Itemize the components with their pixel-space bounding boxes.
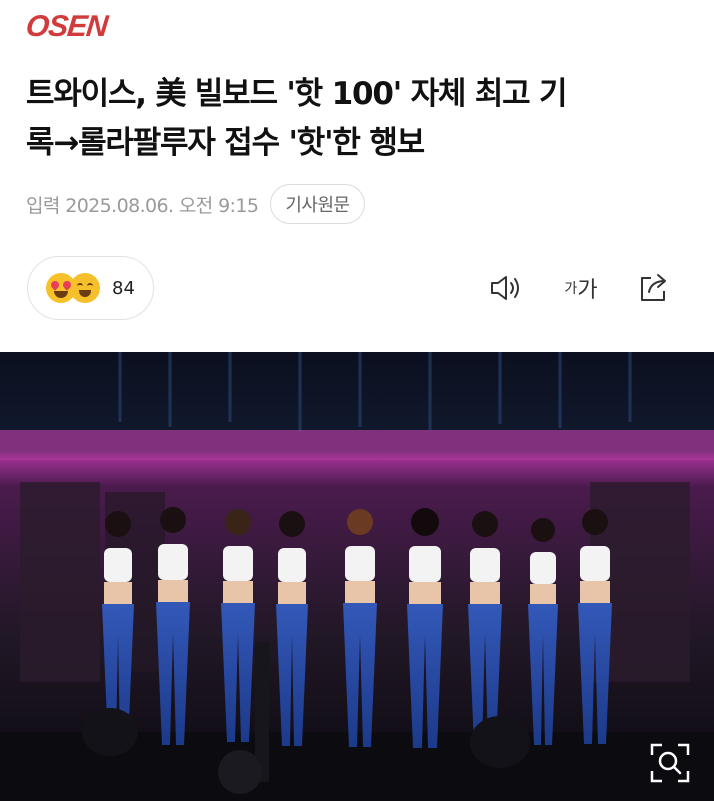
- article-photo[interactable]: [0, 352, 714, 801]
- reaction-count: 84: [112, 277, 135, 299]
- speaker-icon[interactable]: [486, 268, 526, 308]
- article-headline: 트와이스, 美 빌보드 '핫 100' 자체 최고 기 록→롤라팔루자 접수 '…: [26, 70, 690, 168]
- article-toolbar: 가가: [486, 268, 674, 308]
- share-icon[interactable]: [634, 268, 674, 308]
- zoom-icon[interactable]: [648, 741, 692, 785]
- concert-stage-image: [0, 352, 714, 801]
- headline-line-2: 록→롤라팔루자 접수 '핫'한 행보: [26, 125, 425, 161]
- original-article-button[interactable]: 기사원문: [270, 184, 365, 224]
- article-meta: 입력 2025.08.06. 오전 9:15 기사원문: [26, 184, 365, 224]
- heart-eyes-emoji-icon: [46, 273, 76, 303]
- reaction-button[interactable]: 84: [27, 256, 154, 320]
- headline-line-1: 트와이스, 美 빌보드 '핫 100' 자체 최고 기: [26, 76, 568, 112]
- font-size-small-label: 가: [564, 281, 578, 297]
- publish-date: 입력 2025.08.06. 오전 9:15: [26, 194, 259, 217]
- font-size-button[interactable]: 가가: [556, 268, 606, 308]
- font-size-big-label: 가: [577, 278, 598, 303]
- osen-logo: OSEN: [24, 10, 109, 43]
